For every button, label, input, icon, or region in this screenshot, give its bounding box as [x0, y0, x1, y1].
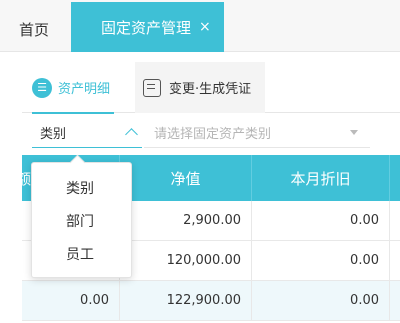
cell-net-value: 120,000.00: [120, 241, 252, 280]
list-circle-icon: ☰: [32, 77, 52, 98]
tab-label: 固定资产管理: [101, 18, 192, 37]
top-tab-bar: 首页 固定资产管理 ×: [0, 0, 400, 52]
dropdown-option-department[interactable]: 部门: [32, 206, 131, 239]
cell-monthly-depreciation: 0.00: [252, 201, 390, 240]
sub-tab-bar: ☰ 资产明细 变更·生成凭证: [22, 62, 400, 114]
table-row-total[interactable]: 0.00 122,900.00 0.00: [22, 281, 400, 321]
asset-category-placeholder: 请选择固定资产类别: [154, 127, 272, 142]
tab-asset-detail[interactable]: ☰ 资产明细: [32, 62, 115, 114]
tab-change-voucher-label: 变更·生成凭证: [169, 82, 252, 97]
cell-net-value: 2,900.00: [120, 201, 252, 240]
chevron-up-icon: [125, 128, 138, 141]
tab-change-voucher[interactable]: 变更·生成凭证: [135, 62, 265, 113]
dropdown-option-employee[interactable]: 员工: [32, 239, 131, 272]
column-header-extra: [390, 155, 400, 201]
tab-asset-detail-label: 资产明细: [58, 82, 111, 97]
cell-monthly-depreciation: 0.00: [252, 241, 390, 280]
dropdown-option-category[interactable]: 类别: [32, 173, 131, 206]
cell-monthly-depreciation: 0.00: [252, 281, 390, 320]
document-icon: [143, 78, 161, 97]
cell-extra: [390, 281, 400, 320]
cell-net-value: 122,900.00: [120, 281, 252, 320]
caret-down-icon: [350, 130, 358, 135]
close-icon[interactable]: ×: [199, 19, 211, 35]
cell-extra: [390, 201, 400, 240]
category-select[interactable]: 类别: [32, 118, 142, 148]
category-select-value: 类别: [40, 127, 67, 142]
cell-extra: [390, 241, 400, 280]
cell-amount: 0.00: [22, 281, 120, 320]
tab-home[interactable]: 首页: [8, 10, 60, 50]
column-header-monthly-depreciation[interactable]: 本月折旧: [252, 155, 390, 201]
column-header-net-value[interactable]: 净值: [120, 155, 252, 201]
category-dropdown-menu: 类别 部门 员工: [31, 162, 132, 278]
asset-category-select[interactable]: 请选择固定资产类别: [144, 118, 370, 148]
tab-fixed-asset-management[interactable]: 固定资产管理 ×: [71, 2, 224, 52]
